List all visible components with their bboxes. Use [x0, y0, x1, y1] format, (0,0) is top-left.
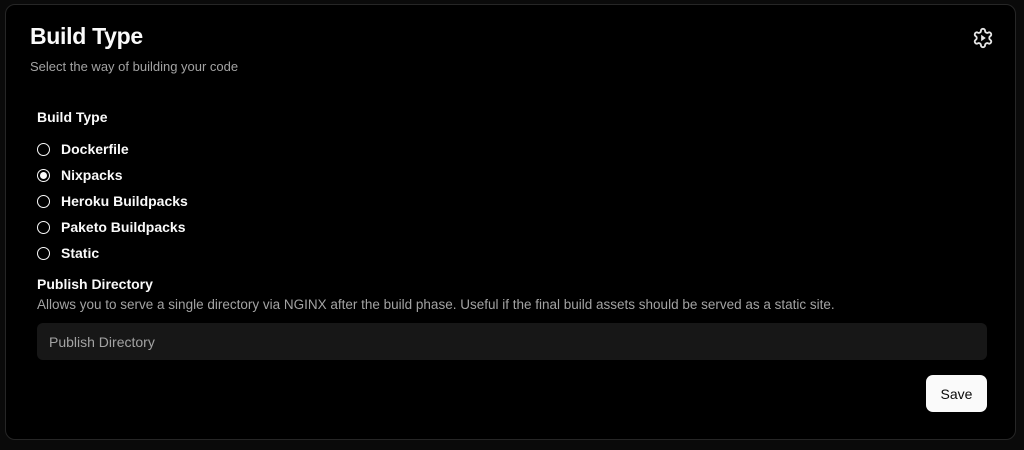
radio-button-dockerfile[interactable] — [37, 142, 50, 156]
publish-directory-label: Publish Directory — [37, 276, 153, 292]
radio-label-paketo-buildpacks: Paketo Buildpacks — [61, 219, 186, 235]
radio-label-dockerfile: Dockerfile — [61, 141, 129, 157]
publish-directory-help: Allows you to serve a single directory v… — [37, 297, 835, 312]
radio-label-heroku-buildpacks: Heroku Buildpacks — [61, 193, 188, 209]
radio-button-paketo-buildpacks[interactable] — [37, 220, 50, 234]
radio-label-nixpacks: Nixpacks — [61, 167, 123, 183]
radio-button-heroku-buildpacks[interactable] — [37, 194, 50, 208]
radio-paketo-buildpacks[interactable]: Paketo Buildpacks — [37, 214, 188, 240]
radio-heroku-buildpacks[interactable]: Heroku Buildpacks — [37, 188, 188, 214]
build-type-label: Build Type — [37, 109, 108, 125]
publish-directory-input[interactable] — [37, 323, 987, 360]
radio-button-static[interactable] — [37, 246, 50, 260]
radio-nixpacks[interactable]: Nixpacks — [37, 162, 188, 188]
card-description: Select the way of building your code — [30, 59, 239, 74]
radio-dockerfile[interactable]: Dockerfile — [37, 136, 188, 162]
gear-icon[interactable] — [972, 27, 994, 49]
save-button[interactable]: Save — [926, 375, 987, 412]
radio-button-nixpacks[interactable] — [37, 168, 50, 182]
radio-static[interactable]: Static — [37, 240, 188, 266]
build-type-radio-group: Dockerfile Nixpacks Heroku Buildpacks Pa… — [37, 136, 188, 266]
radio-label-static: Static — [61, 245, 100, 261]
card-title: Build Type — [30, 23, 143, 49]
radio-selected-dot — [40, 171, 47, 179]
build-type-card: Build Type Select the way of building yo… — [5, 4, 1016, 440]
